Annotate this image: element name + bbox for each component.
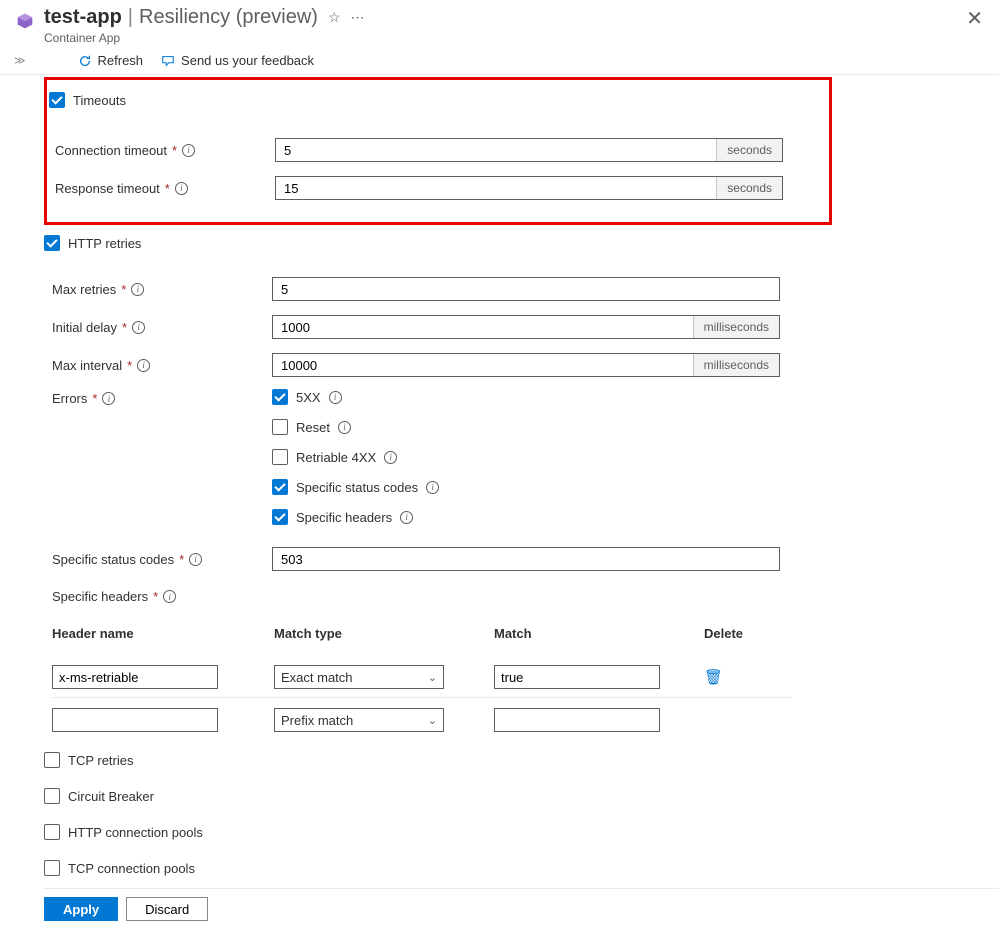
chevron-down-icon: ⌄ [428,714,437,727]
info-icon[interactable] [131,283,144,296]
discard-button[interactable]: Discard [126,897,208,921]
info-icon[interactable] [338,421,351,434]
match-type-select[interactable]: Exact match ⌄ [274,665,444,689]
unit-seconds: seconds [716,177,782,199]
error-specific-codes-checkbox[interactable] [272,479,288,495]
connection-timeout-input[interactable] [275,138,783,162]
tcp-pools-checkbox[interactable] [44,860,60,876]
delete-row-icon[interactable]: 🗑 [704,669,723,686]
col-header-name: Header name [52,626,274,641]
match-value-input[interactable] [494,665,660,689]
timeouts-checkbox[interactable] [49,92,65,108]
info-icon[interactable] [163,590,176,603]
info-icon[interactable] [400,511,413,524]
error-reset-checkbox[interactable] [272,419,288,435]
feedback-button[interactable]: Send us your feedback [161,53,314,68]
response-timeout-label: Response timeout [55,181,160,196]
error-specific-headers-checkbox[interactable] [272,509,288,525]
timeouts-section-highlight: Timeouts Connection timeout * seconds Re… [44,77,832,225]
apply-button[interactable]: Apply [44,897,118,921]
http-retries-checkbox[interactable] [44,235,60,251]
errors-label: Errors [52,391,87,406]
max-retries-label: Max retries [52,282,116,297]
chevron-down-icon: ⌄ [428,671,437,684]
info-icon[interactable] [137,359,150,372]
col-match-value: Match [494,626,684,641]
expand-sidebar-icon[interactable]: ≫ [14,54,26,67]
favorite-icon[interactable]: ☆ [328,9,341,26]
specific-status-codes-input[interactable] [272,547,780,571]
max-interval-label: Max interval [52,358,122,373]
info-icon[interactable] [175,182,188,195]
connection-timeout-label: Connection timeout [55,143,167,158]
resource-type: Container App [44,31,966,45]
match-value-input[interactable] [494,708,660,732]
http-pools-checkbox[interactable] [44,824,60,840]
header-row: Exact match ⌄ 🗑 [52,657,792,698]
col-delete: Delete [684,626,744,641]
max-retries-input[interactable] [272,277,780,301]
specific-status-codes-label: Specific status codes [52,552,174,567]
app-name: test-app [44,6,122,29]
page-title: Resiliency (preview) [139,6,318,29]
unit-milliseconds: milliseconds [693,354,779,376]
info-icon[interactable] [102,392,115,405]
refresh-button[interactable]: Refresh [78,53,144,68]
timeouts-label: Timeouts [73,93,126,108]
close-icon[interactable]: ✕ [966,6,983,31]
refresh-icon [78,54,92,68]
info-icon[interactable] [384,451,397,464]
circuit-breaker-checkbox[interactable] [44,788,60,804]
response-timeout-input[interactable] [275,176,783,200]
more-icon[interactable]: ⋯ [351,9,365,26]
info-icon[interactable] [426,481,439,494]
title-separator: | [128,6,133,29]
unit-seconds: seconds [716,139,782,161]
error-retriable4xx-checkbox[interactable] [272,449,288,465]
header-name-input[interactable] [52,708,218,732]
tcp-retries-checkbox[interactable] [44,752,60,768]
info-icon[interactable] [189,553,202,566]
feedback-icon [161,54,175,68]
col-match-type: Match type [274,626,494,641]
header-row: Prefix match ⌄ [52,698,792,740]
error-5xx-checkbox[interactable] [272,389,288,405]
info-icon[interactable] [132,321,145,334]
header-name-input[interactable] [52,665,218,689]
http-retries-label: HTTP retries [68,236,141,251]
info-icon[interactable] [182,144,195,157]
info-icon[interactable] [329,391,342,404]
unit-milliseconds: milliseconds [693,316,779,338]
initial-delay-label: Initial delay [52,320,117,335]
container-app-icon [14,10,36,32]
match-type-select[interactable]: Prefix match ⌄ [274,708,444,732]
specific-headers-label: Specific headers [52,589,148,604]
specific-headers-table: Header name Match type Match Delete Exac… [52,618,792,740]
